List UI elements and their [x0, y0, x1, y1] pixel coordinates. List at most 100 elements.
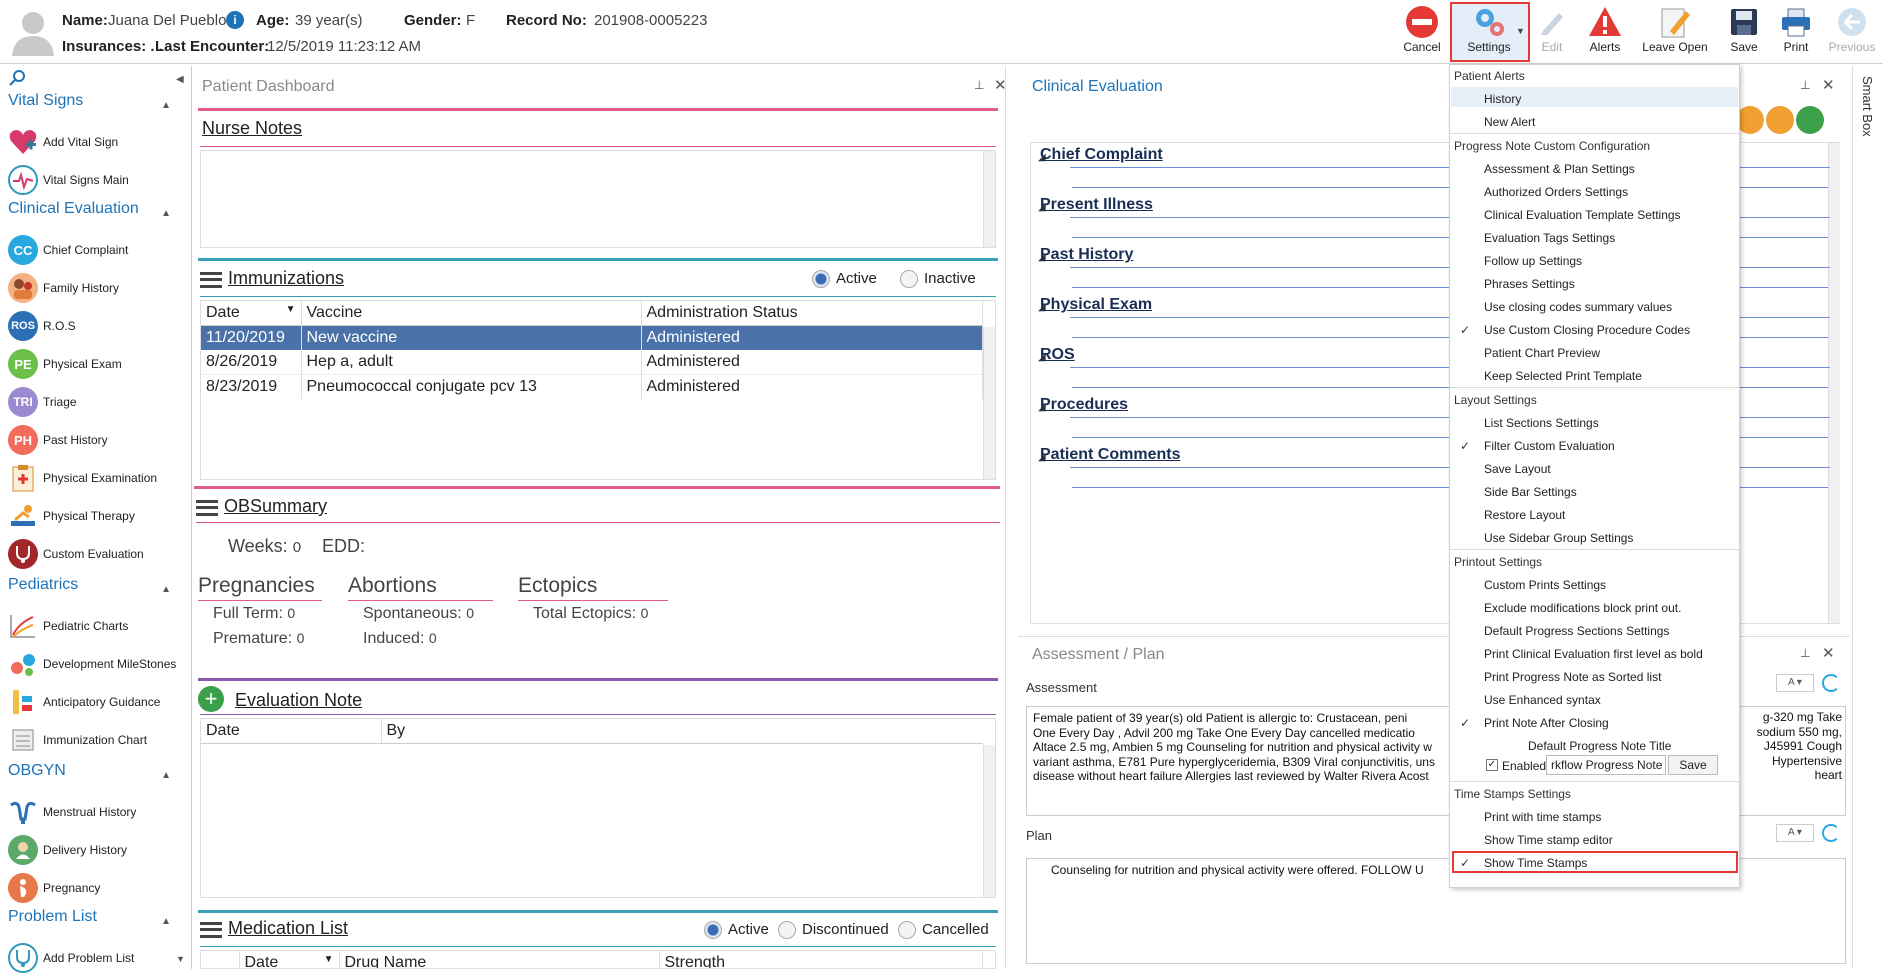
menu-item-evaluation-tags-settings[interactable]: Evaluation Tags Settings — [1484, 231, 1615, 245]
scrollbar[interactable] — [983, 151, 995, 247]
collapse-sidebar-icon[interactable]: ◀ — [176, 74, 184, 85]
scrollbar[interactable] — [983, 745, 995, 897]
hamburger-menu-icon[interactable] — [196, 499, 218, 516]
column-header-date[interactable]: Date ▼ — [201, 301, 302, 326]
menu-item-clinical-eval-template-settings[interactable]: Clinical Evaluation Template Settings — [1484, 208, 1681, 222]
table-row[interactable]: 8/26/2019 Hep a, adult Administered — [201, 350, 983, 375]
sidebar-item-vital-signs-main[interactable]: Vital Signs Main — [8, 164, 129, 196]
ce-section-physical-exam[interactable]: Physical Exam — [1040, 296, 1152, 314]
sidebar-item-family-history[interactable]: Family History — [8, 272, 119, 304]
menu-item-exclude-modifications[interactable]: Exclude modifications block print out. — [1484, 601, 1681, 615]
table-row[interactable]: 8/23/2019 Pneumococcal conjugate pcv 13 … — [201, 374, 983, 399]
menu-item-print-with-time-stamps[interactable]: Print with time stamps — [1484, 810, 1601, 824]
sidebar-item-pediatric-charts[interactable]: Pediatric Charts — [8, 610, 128, 642]
sidebar-item-pregnancy[interactable]: Pregnancy — [8, 872, 100, 904]
menu-item-print-clinical-eval-bold[interactable]: Print Clinical Evaluation first level as… — [1484, 647, 1703, 661]
chevron-up-icon[interactable]: ▲ — [161, 916, 171, 927]
scroll-down-icon[interactable]: ▼ — [176, 954, 185, 964]
menu-item-default-progress-sections[interactable]: Default Progress Sections Settings — [1484, 624, 1669, 638]
text-format-dropdown[interactable]: A ▾ — [1776, 674, 1814, 692]
sidebar-item-physical-therapy[interactable]: Physical Therapy — [8, 500, 135, 532]
smart-box-panel[interactable]: Smart Box — [1852, 66, 1883, 969]
ce-section-present-illness[interactable]: Present Illness — [1040, 196, 1153, 214]
menu-item-follow-up-settings[interactable]: Follow up Settings — [1484, 254, 1582, 268]
sidebar-group-vital-signs[interactable]: Vital Signs — [8, 92, 83, 110]
ce-section-procedures[interactable]: Procedures — [1040, 396, 1128, 414]
ce-section-patient-comments[interactable]: Patient Comments — [1040, 446, 1180, 464]
scrollbar[interactable] — [983, 327, 995, 479]
menu-item-filter-custom-eval[interactable]: Filter Custom Evaluation — [1484, 439, 1615, 453]
sidebar-group-clinical-evaluation[interactable]: Clinical Evaluation — [8, 200, 139, 218]
column-header-by[interactable]: By — [381, 719, 983, 744]
menu-item-list-sections-settings[interactable]: List Sections Settings — [1484, 416, 1599, 430]
close-icon[interactable]: ✕ — [1822, 76, 1835, 94]
menu-item-use-custom-closing[interactable]: Use Custom Closing Procedure Codes — [1484, 323, 1690, 337]
menu-item-restore-layout[interactable]: Restore Layout — [1484, 508, 1565, 522]
sidebar-item-add-vital-sign[interactable]: Add Vital Sign — [8, 126, 118, 158]
immunizations-active-radio[interactable]: Active — [812, 270, 877, 289]
menu-item-custom-prints-settings[interactable]: Custom Prints Settings — [1484, 578, 1606, 592]
medication-active-radio[interactable]: Active — [704, 921, 769, 940]
column-header-administration-status[interactable]: Administration Status — [641, 301, 983, 326]
menu-item-use-closing-codes[interactable]: Use closing codes summary values — [1484, 300, 1672, 314]
save-tool-icon[interactable] — [1766, 106, 1794, 134]
sidebar-item-immunization-chart[interactable]: Immunization Chart — [8, 724, 147, 756]
sidebar-item-chief-complaint[interactable]: CC Chief Complaint — [8, 234, 128, 266]
pin-icon[interactable]: ⊥ — [1800, 78, 1810, 92]
sidebar-item-physical-exam[interactable]: PE Physical Exam — [8, 348, 122, 380]
menu-item-side-bar-settings[interactable]: Side Bar Settings — [1484, 485, 1577, 499]
pin-icon[interactable]: ⊥ — [974, 78, 984, 92]
column-header-drug-name[interactable]: Drug Name — [339, 951, 660, 968]
scrollbar[interactable] — [1828, 143, 1840, 623]
column-header-date[interactable]: Date — [201, 719, 382, 744]
menu-item-use-sidebar-group[interactable]: Use Sidebar Group Settings — [1484, 531, 1633, 545]
menu-item-use-enhanced-syntax[interactable]: Use Enhanced syntax — [1484, 693, 1601, 707]
leave-open-button[interactable]: Leave Open — [1640, 4, 1710, 60]
sidebar-group-problem-list[interactable]: Problem List — [8, 908, 97, 926]
hamburger-menu-icon[interactable] — [200, 271, 222, 288]
ce-section-past-history[interactable]: Past History — [1040, 246, 1133, 264]
sidebar-item-delivery-history[interactable]: Delivery History — [8, 834, 127, 866]
chevron-up-icon[interactable]: ▲ — [161, 208, 171, 219]
ce-section-chief-complaint[interactable]: Chief Complaint — [1040, 146, 1163, 164]
immunizations-inactive-radio[interactable]: Inactive — [900, 270, 976, 289]
sidebar-item-physical-examination[interactable]: Physical Examination — [8, 462, 157, 494]
medication-discontinued-radio[interactable]: Discontinued — [778, 921, 889, 940]
text-format-dropdown[interactable]: A ▾ — [1776, 824, 1814, 842]
menu-item-authorized-orders-settings[interactable]: Authorized Orders Settings — [1484, 185, 1628, 199]
menu-item-history[interactable]: History — [1484, 92, 1521, 106]
enabled-checkbox[interactable]: ✓ — [1486, 759, 1498, 771]
progress-note-title-input[interactable]: rkflow Progress Note — [1546, 755, 1666, 775]
sidebar-item-add-problem-list[interactable]: Add Problem List — [8, 942, 134, 974]
menu-item-new-alert[interactable]: New Alert — [1484, 115, 1535, 129]
sidebar-item-anticipatory-guidance[interactable]: Anticipatory Guidance — [8, 686, 160, 718]
menu-item-save-layout[interactable]: Save Layout — [1484, 462, 1551, 476]
cancel-button[interactable]: Cancel — [1400, 4, 1444, 60]
menu-item-keep-selected-print[interactable]: Keep Selected Print Template — [1484, 369, 1642, 383]
sidebar-item-triage[interactable]: TRI Triage — [8, 386, 77, 418]
medication-cancelled-radio[interactable]: Cancelled — [898, 921, 989, 940]
print-tool-icon[interactable] — [1796, 106, 1824, 134]
print-button[interactable]: Print — [1774, 4, 1818, 60]
info-icon[interactable]: i — [226, 11, 244, 29]
menu-item-phrases-settings[interactable]: Phrases Settings — [1484, 277, 1575, 291]
add-evaluation-note-icon[interactable]: + — [198, 686, 224, 712]
sidebar-group-obgyn[interactable]: OBGYN — [8, 762, 66, 780]
search-icon[interactable] — [8, 69, 26, 87]
refresh-icon[interactable] — [1822, 674, 1840, 692]
sidebar-item-past-history[interactable]: PH Past History — [8, 424, 108, 456]
sidebar-item-menstrual-history[interactable]: Menstrual History — [8, 796, 136, 828]
table-row[interactable]: 11/20/2019 New vaccine Administered — [201, 325, 983, 350]
chevron-up-icon[interactable]: ▲ — [161, 100, 171, 111]
hamburger-menu-icon[interactable] — [200, 921, 222, 938]
save-button[interactable]: Save — [1722, 4, 1766, 60]
refresh-icon[interactable] — [1822, 824, 1840, 842]
sidebar-item-custom-evaluation[interactable]: Custom Evaluation — [8, 538, 144, 570]
menu-item-print-note-after-closing[interactable]: Print Note After Closing — [1484, 716, 1609, 730]
chevron-up-icon[interactable]: ▲ — [161, 770, 171, 781]
column-header-strength[interactable]: Strength — [659, 951, 983, 968]
title-save-button[interactable]: Save — [1668, 755, 1718, 775]
close-icon[interactable]: ✕ — [1822, 644, 1835, 662]
sidebar-group-pediatrics[interactable]: Pediatrics — [8, 576, 78, 594]
nurse-notes-textarea[interactable] — [200, 150, 996, 248]
